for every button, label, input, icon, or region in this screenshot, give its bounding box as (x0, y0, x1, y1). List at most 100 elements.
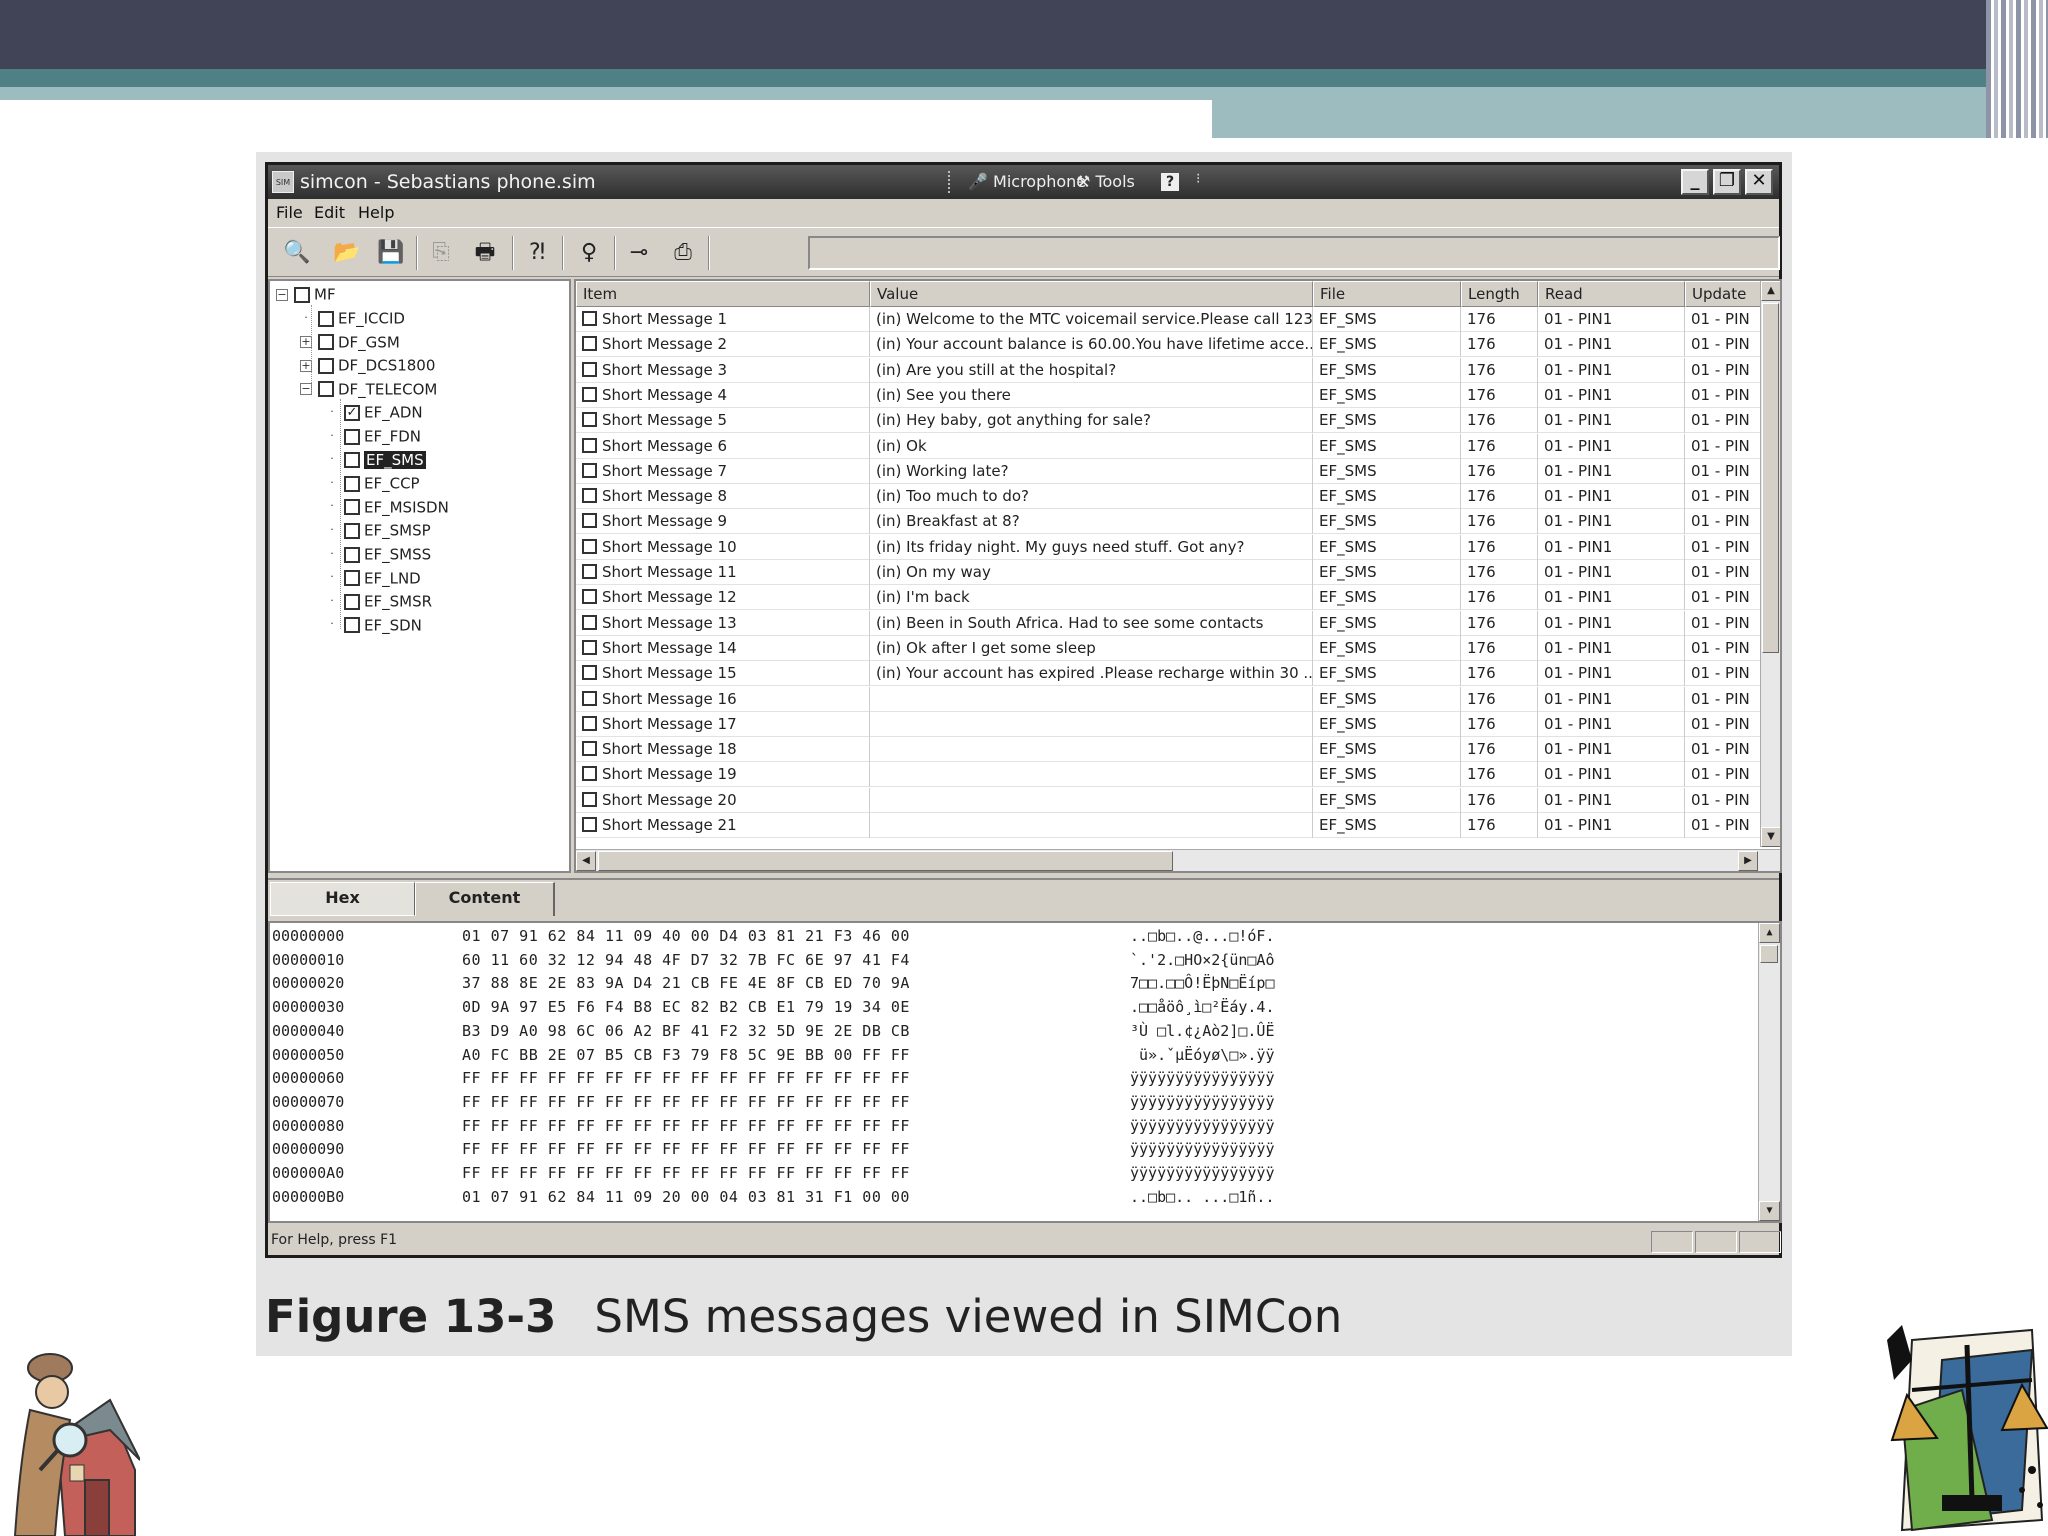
scroll-thumb[interactable] (598, 851, 1173, 871)
table-row[interactable]: Short Message 18 EF_SMS 176 01 - PIN1 01 - P… (576, 737, 1762, 763)
tools-menu[interactable]: ⚒ Tools (1076, 172, 1135, 191)
help-icon[interactable]: ? (1161, 173, 1179, 191)
checkbox[interactable] (582, 589, 597, 605)
scroll-right-icon[interactable]: ▶ (1738, 851, 1758, 871)
collapse-icon[interactable]: − (276, 288, 288, 301)
checkbox[interactable] (582, 462, 597, 478)
tree-item[interactable]: · EF_SMSP (326, 521, 430, 541)
key-icon[interactable]: ⊸ (622, 236, 656, 270)
table-row[interactable]: Short Message 15 (in) Your account has ex… (576, 661, 1762, 687)
checkbox[interactable] (582, 538, 597, 554)
checkbox[interactable] (344, 475, 360, 492)
checkbox[interactable] (582, 488, 597, 504)
print-icon[interactable]: 🖶 (468, 236, 502, 270)
chevron-icon[interactable]: ⁝ (1196, 171, 1200, 187)
checkbox[interactable] (582, 715, 597, 731)
checkbox[interactable] (582, 690, 597, 706)
table-row[interactable]: Short Message 7 (in) Working late? EF_SMS 1… (576, 458, 1762, 484)
checkbox[interactable] (582, 513, 597, 529)
checkbox[interactable] (318, 310, 334, 327)
tab-content[interactable]: Content (415, 882, 555, 916)
checkbox[interactable] (582, 639, 597, 655)
column-header[interactable]: Item (576, 281, 870, 307)
scroll-up-icon[interactable]: ▲ (1761, 281, 1780, 301)
scroll-down-icon[interactable]: ▼ (1759, 1201, 1780, 1221)
tree-item[interactable]: · EF_SMSR (326, 592, 432, 612)
checkbox[interactable] (582, 336, 597, 352)
table-row[interactable]: Short Message 19 EF_SMS 176 01 - PIN1 01 - P… (576, 762, 1762, 788)
table-row[interactable]: Short Message 13 (in) Been in South Afric… (576, 610, 1762, 636)
checkbox[interactable] (318, 357, 334, 374)
tree-item[interactable]: · EF_MSISDN (326, 498, 449, 518)
scroll-up-icon[interactable]: ▲ (1759, 923, 1780, 943)
checkbox[interactable] (318, 334, 334, 351)
scroll-thumb[interactable] (1762, 303, 1779, 653)
checkbox[interactable] (344, 593, 360, 610)
hex-vertical-scrollbar[interactable]: ▲ ▼ (1758, 923, 1780, 1221)
list-vertical-scrollbar[interactable]: ▲ ▼ (1760, 281, 1780, 847)
table-row[interactable]: Short Message 10 (in) Its friday night. M… (576, 534, 1762, 560)
table-row[interactable]: Short Message 3 (in) Are you still at the… (576, 357, 1762, 383)
tab-hex[interactable]: Hex (270, 882, 415, 916)
checkbox[interactable] (582, 412, 597, 428)
menu-file[interactable]: File (276, 203, 303, 222)
checkbox[interactable] (294, 286, 310, 303)
open-folder-icon[interactable]: 📂 (330, 236, 364, 270)
table-row[interactable]: Short Message 1 (in) Welcome to the MTC v… (576, 307, 1762, 332)
table-row[interactable]: Short Message 8 (in) Too much to do? EF_SM… (576, 484, 1762, 510)
checkbox[interactable] (582, 817, 597, 832)
tree-item[interactable]: · EF_SMSS (326, 545, 431, 565)
checkbox[interactable] (582, 386, 597, 402)
column-header[interactable]: Read (1538, 281, 1685, 307)
close-button[interactable]: ✕ (1745, 169, 1773, 195)
scroll-thumb[interactable] (1760, 945, 1778, 963)
pin-icon[interactable]: ♀ (572, 236, 606, 270)
checkbox[interactable] (344, 428, 360, 445)
column-header[interactable]: Value (870, 281, 1313, 307)
save-icon[interactable]: 💾 (374, 236, 408, 270)
table-row[interactable]: Short Message 4 (in) See you there EF_SMS 1… (576, 382, 1762, 408)
context-help-icon[interactable]: ⁈ (520, 236, 554, 270)
table-row[interactable]: Short Message 5 (in) Hey baby, got anythi… (576, 408, 1762, 434)
menu-edit[interactable]: Edit (314, 203, 345, 222)
checkbox[interactable] (318, 381, 334, 398)
table-row[interactable]: Short Message 17 EF_SMS 176 01 - PIN1 01 - P… (576, 711, 1762, 737)
column-header[interactable]: Length (1461, 281, 1538, 307)
table-row[interactable]: Short Message 20 EF_SMS 176 01 - PIN1 01 - P… (576, 787, 1762, 813)
checkbox[interactable] (344, 570, 360, 587)
column-header[interactable]: File (1313, 281, 1461, 307)
checkbox[interactable] (582, 791, 597, 807)
scroll-left-icon[interactable]: ◀ (576, 851, 596, 871)
minimize-button[interactable]: _ (1681, 169, 1709, 195)
table-row[interactable]: Short Message 2 (in) Your account balance… (576, 332, 1762, 358)
table-row[interactable]: Short Message 12 (in) I'm back EF_SMS 176 01… (576, 585, 1762, 611)
checkbox[interactable] (582, 665, 597, 681)
checkbox[interactable]: ✓ (344, 404, 360, 421)
scroll-down-icon[interactable]: ▼ (1761, 827, 1780, 847)
menu-help[interactable]: Help (358, 203, 394, 222)
checkbox[interactable] (582, 564, 597, 579)
maximize-button[interactable]: ❐ (1713, 169, 1741, 195)
checkbox[interactable] (344, 452, 360, 469)
checkbox[interactable] (344, 546, 360, 563)
title-bar[interactable]: SIM simcon - Sebastians phone.sim 🎤 Micr… (268, 165, 1779, 199)
checkbox[interactable] (582, 311, 597, 326)
copy-icon[interactable]: ⎘ (424, 236, 458, 270)
find-icon[interactable]: 🔍 (280, 236, 314, 270)
checkbox[interactable] (582, 437, 597, 453)
tree-item[interactable]: · EF_ICCID (300, 309, 405, 329)
checkbox[interactable] (582, 614, 597, 630)
checkbox[interactable] (582, 741, 597, 757)
tree-item[interactable]: + DF_DCS1800 (300, 356, 435, 376)
export-icon[interactable]: ⎙ (666, 236, 700, 270)
table-row[interactable]: Short Message 9 (in) Breakfast at 8? EF_SM… (576, 509, 1762, 535)
table-row[interactable]: Short Message 14 (in) Ok after I get some… (576, 635, 1762, 661)
table-row[interactable]: Short Message 6 (in) Ok EF_SMS 176 01 - PIN1… (576, 433, 1762, 459)
microphone-menu[interactable]: 🎤 Microphone (968, 172, 1086, 191)
list-horizontal-scrollbar[interactable]: ◀ ▶ (576, 849, 1780, 871)
checkbox[interactable] (582, 766, 597, 782)
checkbox[interactable] (344, 499, 360, 516)
checkbox[interactable] (344, 522, 360, 539)
tree-root[interactable]: − MF (276, 285, 336, 305)
table-row[interactable]: Short Message 16 EF_SMS 176 01 - PIN1 01 - P… (576, 686, 1762, 712)
